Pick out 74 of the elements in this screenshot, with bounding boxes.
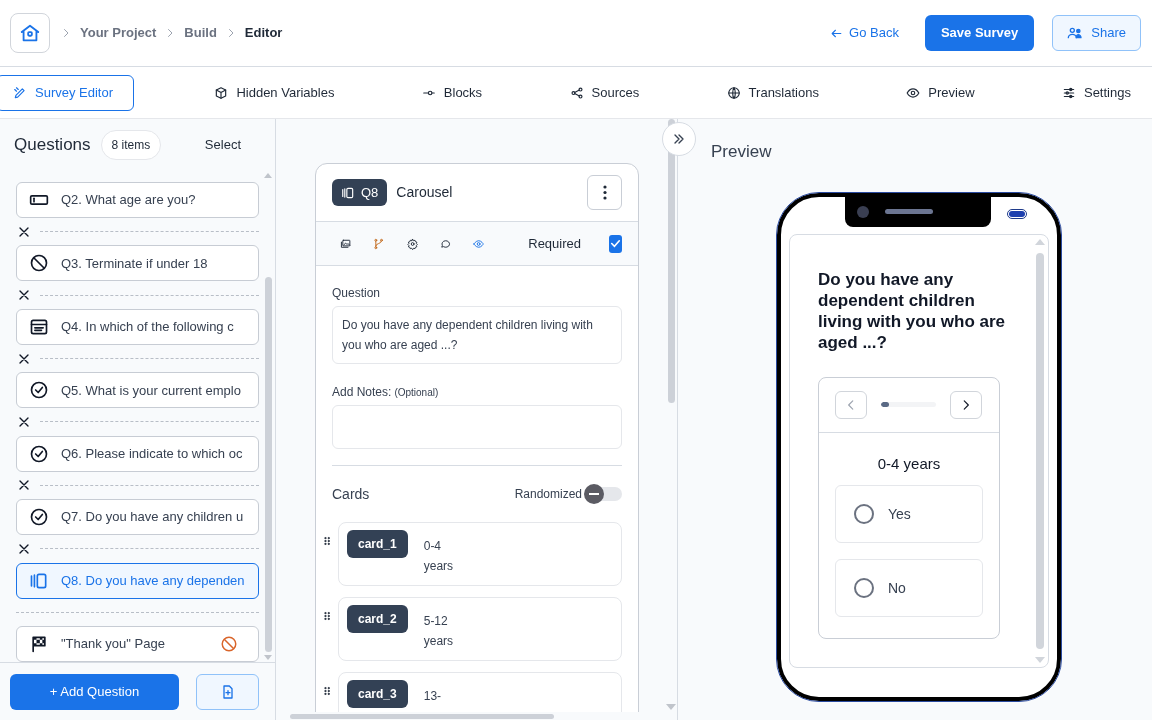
battery-icon [1007,208,1027,219]
question-item[interactable]: Q2. What age are you? [16,182,259,218]
question-item[interactable]: Q3. Terminate if under 18 [16,245,259,282]
tab[interactable]: Sources [562,74,647,111]
breadcrumb-item: Editor [244,24,283,43]
question-item[interactable]: Q5. What is your current emplo [16,372,259,409]
question-item[interactable]: Q4. In which of the following c [16,308,259,345]
card-text: 13- [423,688,443,705]
drag-handle-icon[interactable] [322,684,332,698]
question-item[interactable]: Q8. Do you have any dependen [16,562,259,599]
question-text: Do you have any dependent children living with you who are aged ...? [818,268,1007,353]
save-survey-button[interactable]: Save Survey [924,15,1035,51]
share-icon [569,85,584,100]
notes-field[interactable] [332,405,622,449]
item-count: 8 items [100,130,162,160]
end-page-item[interactable]: "Thank you" Page [16,625,259,662]
pencil-icon [13,85,27,100]
card-tag: card_1 [347,530,408,558]
required-checkbox[interactable] [609,234,622,253]
option[interactable]: Yes [835,485,983,543]
drag-handle-icon[interactable] [322,609,332,623]
settings-icon [1061,85,1076,100]
tab[interactable]: Hidden Variables [207,74,342,111]
card-title: 0-4 years [876,453,942,474]
choice-card[interactable]: card_2 5-12 years [338,597,622,661]
cube-icon [214,85,229,100]
home-button[interactable] [10,13,50,53]
tab[interactable]: Settings [1054,74,1138,111]
breadcrumb-item[interactable]: Build [184,23,217,43]
tab[interactable]: Preview [899,74,982,111]
card-text: 5-12 years [423,613,455,650]
collapse-button[interactable] [662,122,696,156]
card-tag: card_2 [347,605,408,633]
carousel-icon [341,185,355,200]
more-vertical-icon [602,185,607,200]
optional-hint: (Optional) [394,386,439,400]
check-circle-icon [29,443,49,464]
add-question-button[interactable]: + Add Question [10,673,179,710]
question-field[interactable]: Do you have any dependent children living with you who are aged ...? [332,306,622,364]
question-item[interactable]: Q6. Please indicate to which oc [16,435,259,472]
choice-card[interactable]: card_3 13- [338,672,622,712]
tab[interactable]: Survey Editor [0,74,134,111]
toggle-label: Randomized [514,486,582,503]
home-icon [19,22,41,44]
ban-icon [29,253,49,274]
choice-card[interactable]: card_1 0-4 years [338,522,622,586]
import-button[interactable] [196,673,259,710]
breadcrumb-item[interactable]: Your Project [80,23,157,43]
check-circle-icon [29,507,49,528]
card-text: 0-4 years [423,538,455,575]
question-type: Carousel [396,183,453,202]
question-item[interactable]: Q7. Do you have any children u [16,499,259,536]
card-tag: card_3 [347,680,408,708]
section-title: Cards [332,484,370,504]
field-label: Question [332,285,382,302]
required-label: Required [528,234,581,253]
field-label: Add Notes: [332,384,392,401]
select-button[interactable]: Select [204,135,241,155]
users-icon [1067,25,1084,41]
panel-title: Questions [14,134,91,157]
go-back-link[interactable]: Go Back [830,23,899,43]
tab[interactable]: Translations [719,74,826,111]
eye-icon [906,85,921,100]
tab[interactable]: Blocks [414,74,490,111]
question-badge: Q8 [332,179,388,206]
drag-handle-icon[interactable] [322,534,332,548]
option[interactable]: No [835,559,983,617]
radio-button[interactable] [854,504,874,524]
share-button[interactable]: Share [1052,15,1141,51]
preview-title: Preview [711,141,772,163]
ban-icon [220,634,238,653]
globe-icon [726,85,741,100]
check-circle-icon [29,380,49,401]
radio-button[interactable] [854,578,874,598]
